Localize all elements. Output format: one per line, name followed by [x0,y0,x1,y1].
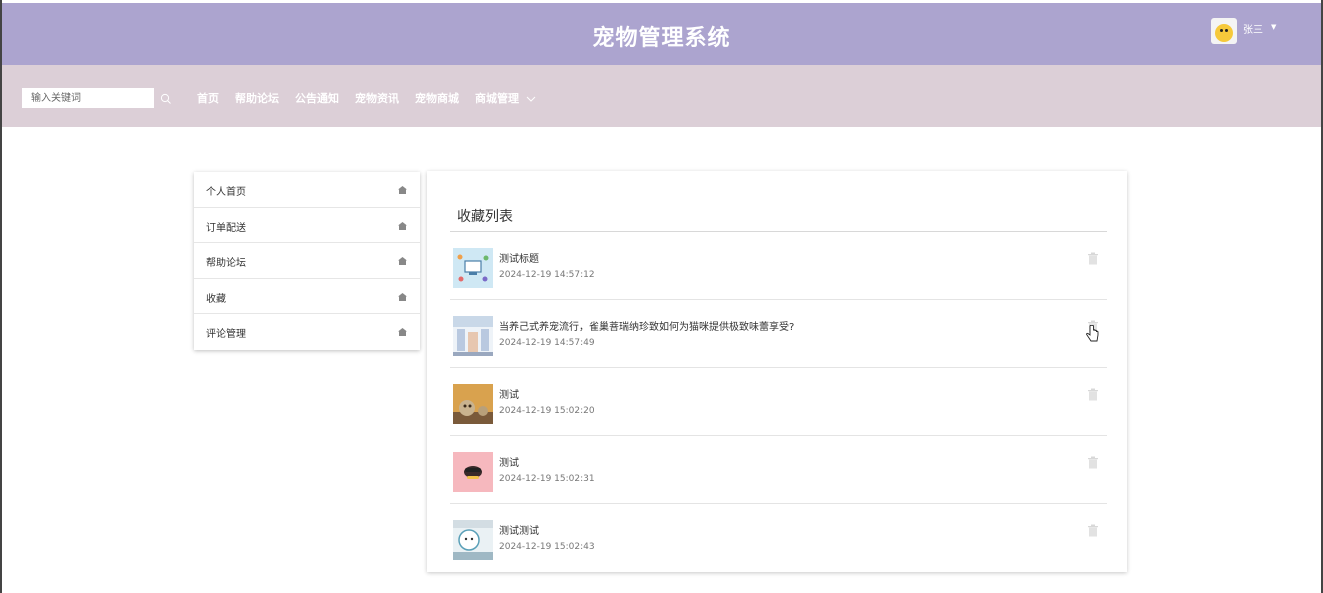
favorite-title[interactable]: 测试标题 [499,250,539,265]
sidebar-menu: 个人首页 订单配送 帮助论坛 收藏 评论管理 [194,172,420,350]
favorite-time: 2024-12-19 15:02:20 [499,406,595,416]
home-icon [398,328,407,336]
nav-pet-shop[interactable]: 宠物商城 [415,90,459,106]
store-thumb[interactable] [453,316,493,356]
site-title: 宠物管理系统 [592,26,731,51]
caret-down-icon[interactable]: ▼ [1271,23,1276,31]
nav-notice[interactable]: 公告通知 [295,90,339,106]
sidebar-item-label: 个人首页 [206,187,246,198]
trash-icon[interactable] [1087,252,1099,265]
list-item[interactable]: 当养己式养宠流行，雀巢菩瑞纳珍致如何为猫咪提供极致味蕾享受? 2024-12-1… [450,300,1107,368]
favorites-panel: 收藏列表 测试标题 2024-12-19 14:57:12 当养己式养宠流行，雀… [427,171,1127,572]
list-item[interactable]: 测试标题 2024-12-19 14:57:12 [450,232,1107,300]
sidebar-item-label: 收藏 [206,293,226,305]
navbar: 首页 帮助论坛 公告通知 宠物资讯 宠物商城 商城管理 [2,65,1321,127]
search-input[interactable] [22,88,154,108]
duck-avatar-icon[interactable] [1211,18,1237,44]
home-icon [398,221,407,230]
plush-toy-thumb[interactable] [453,384,493,424]
home-icon [398,292,407,301]
illustration-thumb[interactable] [453,248,493,288]
sidebar-item-label: 帮助论坛 [206,258,246,269]
sidebar-item-profile[interactable]: 个人首页 [194,172,420,208]
favorite-time: 2024-12-19 15:02:43 [499,542,595,552]
nav-pet-news[interactable]: 宠物资讯 [355,90,399,106]
nav-shop-manage-label: 商城管理 [475,92,519,105]
favorite-time: 2024-12-19 14:57:49 [499,338,595,348]
nav-shop-manage[interactable]: 商城管理 [475,90,536,106]
dog-thumb[interactable] [453,520,493,560]
favorite-time: 2024-12-19 14:57:12 [499,270,595,280]
chevron-down-icon [526,96,536,102]
trash-icon[interactable] [1087,456,1099,469]
sidebar-item-label: 评论管理 [206,329,246,340]
sidebar-item-orders[interactable]: 订单配送 [194,208,420,243]
hand-cursor-icon [1086,325,1099,342]
list-item[interactable]: 测试测试 2024-12-19 15:02:43 [450,504,1107,572]
user-name[interactable]: 张三 [1243,21,1263,36]
favorite-title[interactable]: 当养己式养宠流行，雀巢菩瑞纳珍致如何为猫咪提供极致味蕾享受? [499,318,794,333]
user-menu[interactable]: 张三 ▼ [1211,18,1276,48]
trash-icon[interactable] [1087,524,1099,537]
sidebar-item-forum[interactable]: 帮助论坛 [194,243,420,279]
sidebar-item-comments[interactable]: 评论管理 [194,314,420,350]
sidebar-item-favorites[interactable]: 收藏 [194,279,420,314]
home-icon [398,257,407,265]
sidebar-item-label: 订单配送 [206,222,246,234]
cartoon-face-thumb[interactable] [453,452,493,492]
search-icon[interactable] [160,93,172,105]
header: 宠物管理系统 张三 ▼ [2,3,1321,65]
favorite-time: 2024-12-19 15:02:31 [499,474,595,484]
favorite-title[interactable]: 测试 [499,454,519,469]
nav-links: 首页 帮助论坛 公告通知 宠物资讯 宠物商城 商城管理 [197,90,552,106]
panel-title: 收藏列表 [457,209,513,225]
nav-forum[interactable]: 帮助论坛 [235,90,279,106]
list-item[interactable]: 测试 2024-12-19 15:02:20 [450,368,1107,436]
home-icon [398,186,407,194]
favorite-title[interactable]: 测试 [499,386,519,401]
list-item[interactable]: 测试 2024-12-19 15:02:31 [450,436,1107,504]
trash-icon[interactable] [1087,388,1099,401]
favorite-title[interactable]: 测试测试 [499,522,539,537]
nav-home[interactable]: 首页 [197,90,219,106]
